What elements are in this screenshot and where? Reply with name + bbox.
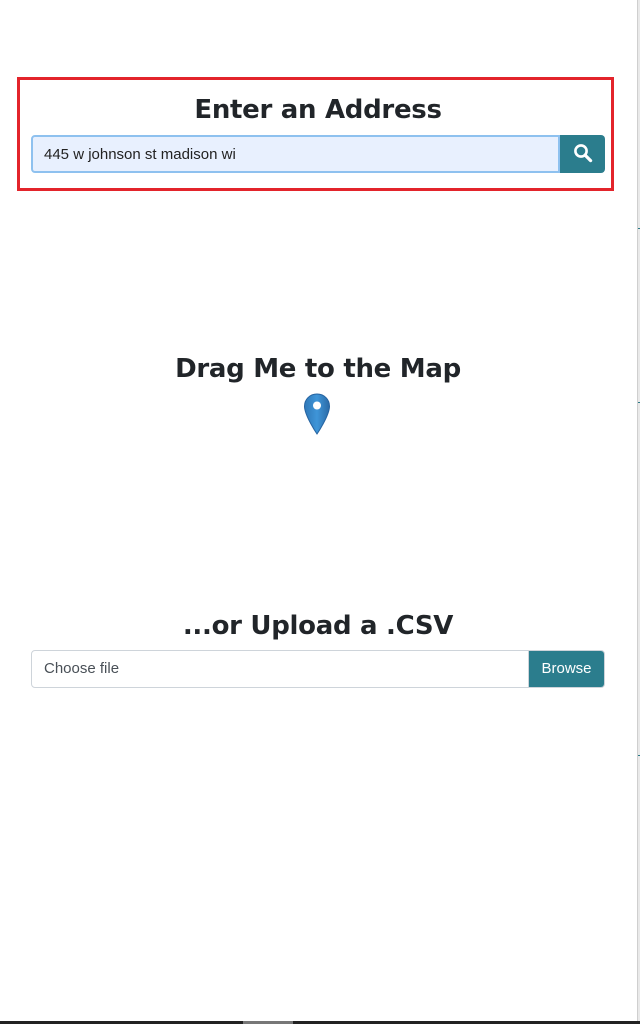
map-pin-icon[interactable] — [303, 393, 331, 435]
search-button[interactable] — [560, 135, 605, 173]
upload-title: ...or Upload a .CSV — [182, 611, 454, 641]
address-title: Enter an Address — [194, 95, 442, 125]
browse-button[interactable]: Browse — [528, 651, 604, 687]
file-placeholder: Choose file — [44, 660, 120, 677]
address-search-input[interactable] — [31, 135, 560, 173]
search-icon — [573, 143, 593, 166]
drag-title: Drag Me to the Map — [175, 354, 461, 384]
csv-file-input[interactable]: Choose file Browse — [31, 650, 605, 688]
page: Enter an Address Drag Me to the Map ...o… — [0, 0, 640, 1024]
